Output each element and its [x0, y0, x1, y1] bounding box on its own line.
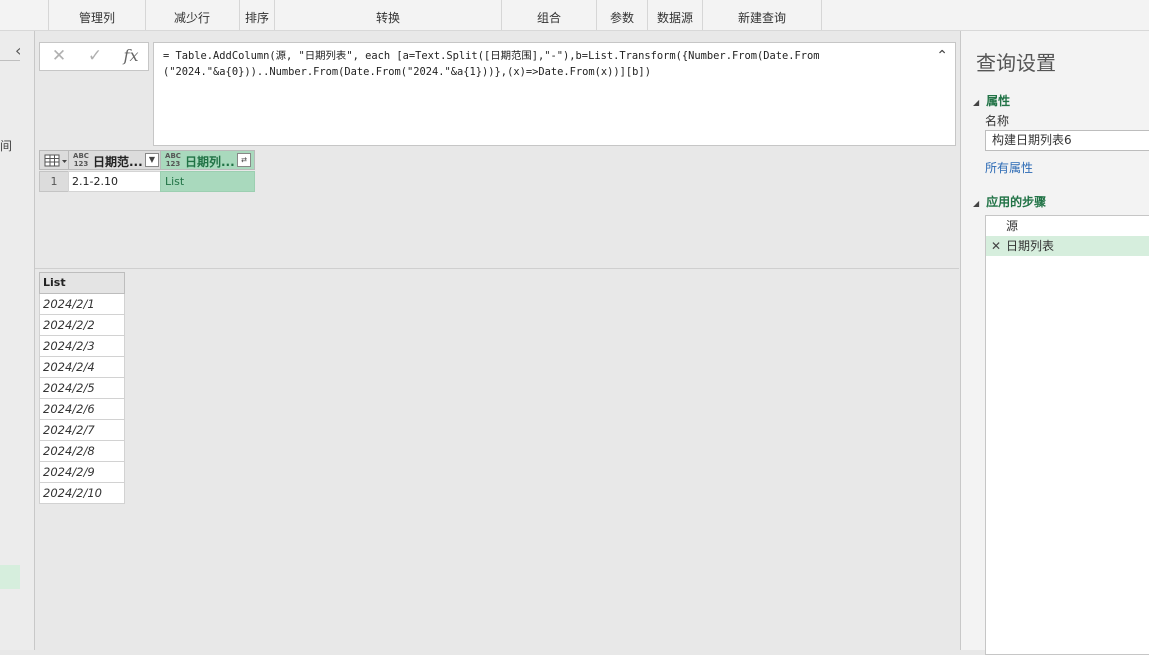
list-link-cell[interactable]: List	[160, 171, 255, 192]
ribbon-group-sort[interactable]: 排序	[240, 0, 275, 30]
collapse-triangle-icon: ◢	[973, 98, 980, 107]
ribbon-group-combine[interactable]: 组合	[502, 0, 597, 30]
name-label: 名称	[985, 114, 1010, 128]
list-preview: List 2024/2/1 2024/2/2 2024/2/3 2024/2/4…	[39, 272, 125, 504]
formula-text[interactable]: = Table.AddColumn(源, "日期列表", each [a=Tex…	[154, 43, 955, 80]
type-any-icon[interactable]: ABC 123	[162, 152, 184, 168]
collapse-chevron-icon[interactable]: ‹	[15, 41, 21, 60]
list-preview-header: List	[39, 272, 125, 294]
formula-buttons: ✕ ✓ fx	[39, 42, 149, 71]
ribbon-label: 排序	[244, 11, 269, 25]
table-icon	[44, 154, 67, 167]
fx-icon[interactable]: fx	[114, 45, 148, 67]
confirm-icon[interactable]: ✓	[78, 45, 112, 67]
properties-section-toggle[interactable]: ◢ 属性	[973, 92, 1010, 109]
selected-query-highlight[interactable]	[0, 565, 20, 589]
ribbon: 管理列 减少行 排序 转换 组合 参数 数据源 新建查询	[0, 0, 1149, 31]
step-label: 日期列表	[1006, 239, 1055, 253]
query-settings-panel: 查询设置 ◢ 属性 名称 构建日期列表6 所有属性 ◢ 应用的步骤 源 ✕ 日期列表	[960, 31, 1149, 655]
ribbon-label: 转换	[375, 11, 400, 25]
ribbon-label: 管理列	[78, 11, 115, 25]
list-item: 2024/2/2	[39, 315, 125, 336]
column-name: 日期列...	[185, 155, 235, 169]
row-number[interactable]: 1	[39, 171, 69, 192]
step-source[interactable]: 源	[986, 216, 1149, 236]
applied-steps-list: 源 ✕ 日期列表	[985, 215, 1149, 655]
column-header-date-range[interactable]: ABC 123 日期范... ▼	[68, 150, 161, 170]
list-item: 2024/2/9	[39, 462, 125, 483]
ribbon-group-reduce-rows[interactable]: 减少行	[145, 0, 240, 30]
filter-dropdown-icon[interactable]: ▼	[145, 153, 159, 167]
list-item: 2024/2/6	[39, 399, 125, 420]
ribbon-label: 减少行	[173, 11, 210, 25]
properties-heading: 属性	[986, 94, 1011, 108]
collapse-triangle-icon: ◢	[973, 199, 980, 208]
step-label: 源	[1006, 219, 1019, 233]
table-menu-button[interactable]	[39, 150, 69, 170]
chevron-up-icon[interactable]: ⌃	[936, 48, 948, 64]
list-item: 2024/2/7	[39, 420, 125, 441]
all-properties-link[interactable]: 所有属性	[985, 159, 1033, 176]
ribbon-group-data-source[interactable]: 数据源	[648, 0, 703, 30]
ribbon-label: 组合	[536, 11, 561, 25]
applied-steps-heading: 应用的步骤	[986, 195, 1047, 209]
ribbon-label: 新建查询	[737, 11, 786, 25]
query-name-input[interactable]: 构建日期列表6	[985, 130, 1149, 151]
list-item: 2024/2/8	[39, 441, 125, 462]
column-name: 日期范...	[93, 155, 143, 169]
preview-divider[interactable]	[35, 268, 959, 269]
ribbon-label: 数据源	[656, 11, 693, 25]
column-header-date-list[interactable]: ABC 123 日期列... ⇄	[160, 150, 255, 170]
list-item: 2024/2/1	[39, 294, 125, 315]
panel-title: 查询设置	[976, 51, 1056, 75]
table-cell[interactable]: 2.1-2.10	[68, 171, 161, 192]
type-any-icon[interactable]: ABC 123	[70, 152, 92, 168]
delete-step-icon[interactable]: ✕	[991, 236, 1001, 256]
step-date-list[interactable]: ✕ 日期列表	[986, 236, 1149, 256]
applied-steps-section-toggle[interactable]: ◢ 应用的步骤	[973, 193, 1046, 210]
ribbon-group-manage-columns[interactable]: 管理列	[48, 0, 146, 30]
ribbon-group-new-query[interactable]: 新建查询	[703, 0, 822, 30]
query-name-fragment: 间	[0, 139, 13, 153]
list-item: 2024/2/4	[39, 357, 125, 378]
list-item: 2024/2/5	[39, 378, 125, 399]
queries-pane-collapsed: ‹ 间	[0, 31, 35, 650]
list-item: 2024/2/10	[39, 483, 125, 504]
cancel-icon[interactable]: ✕	[42, 45, 76, 67]
ribbon-label: 参数	[609, 11, 634, 25]
divider	[0, 60, 20, 61]
list-item: 2024/2/3	[39, 336, 125, 357]
ribbon-group-parameters[interactable]: 参数	[597, 0, 648, 30]
ribbon-group-transform[interactable]: 转换	[275, 0, 502, 30]
formula-editor[interactable]: = Table.AddColumn(源, "日期列表", each [a=Tex…	[153, 42, 956, 146]
expand-column-icon[interactable]: ⇄	[237, 153, 251, 167]
